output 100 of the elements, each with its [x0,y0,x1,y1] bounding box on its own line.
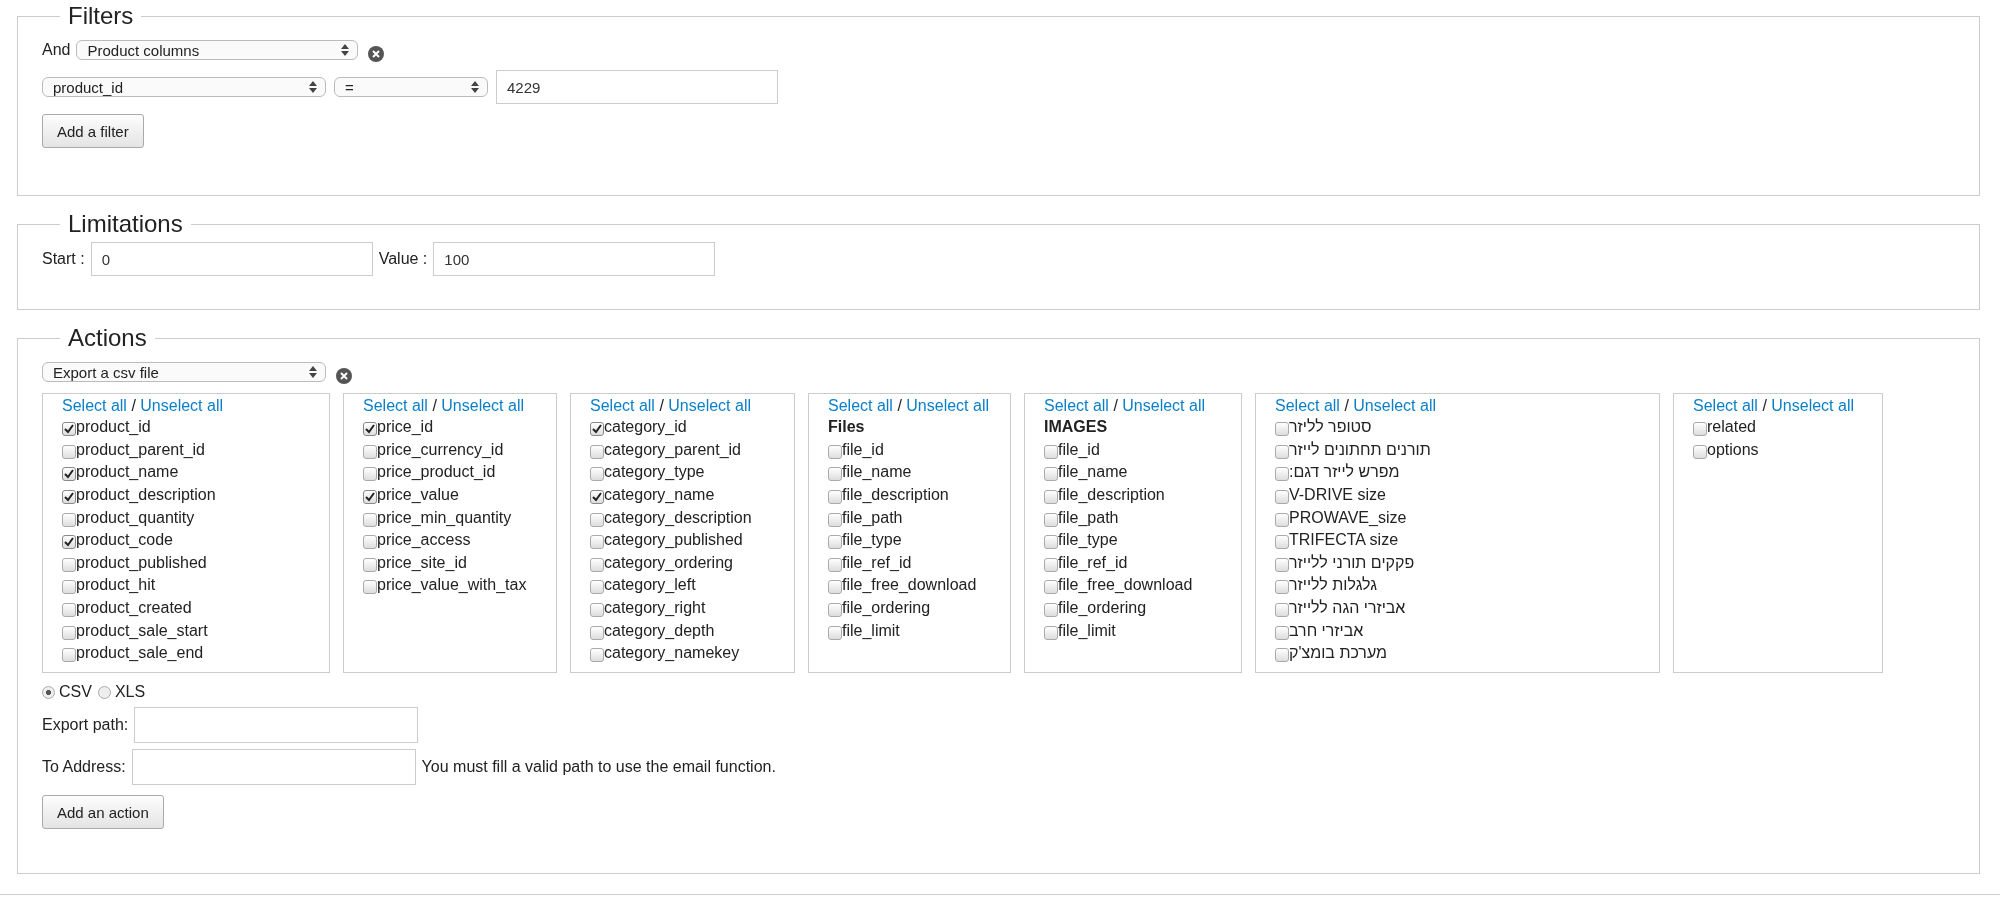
separator-text: / [131,397,136,414]
actions-legend: Actions [60,324,155,352]
column-label: file_type [1058,531,1118,550]
value-field[interactable]: 4229 [496,70,778,104]
column-label: product_published [76,553,207,572]
field-select[interactable]: product_id [42,77,326,97]
column-label: TRIFECTA size [1289,531,1399,550]
unselect-all-link[interactable]: Unselect all [668,397,751,414]
column-label: related [1707,418,1756,437]
column-label: price_value_with_tax [377,576,527,595]
column-label: category_depth [604,621,715,640]
column-label: product_created [76,599,192,618]
email-note: You must fill a valid path to use the email function. [421,758,776,776]
export-path-label: Export path: [42,716,129,734]
action-select[interactable]: Export a csv file [42,362,326,382]
to-address-label: To Address: [42,758,126,776]
group-heading: IMAGES [1044,417,1109,437]
column-label: file_name [842,463,912,482]
column-label: מפרש לייזר דגם: [1289,463,1400,482]
column-label: גלגלות ללייזר [1289,576,1377,595]
column-label: file_description [1058,486,1165,505]
column-label: מערכת בומצ'ק [1289,644,1388,663]
column-label: file_ref_id [842,553,912,572]
select-all-link[interactable]: Select all [363,397,428,414]
column-label: category_parent_id [604,440,741,459]
column-label: category_type [604,463,705,482]
filters-legend: Filters [60,2,142,30]
column-label: file_ref_id [1058,553,1128,572]
start-field[interactable]: 0 [90,242,373,276]
select-all-link[interactable]: Select all [590,397,655,414]
column-label: product_quantity [76,508,195,527]
column-label: price_min_quantity [377,508,512,527]
column-label: product_id [76,418,151,437]
column-label: category_published [604,531,743,550]
column-label: file_path [1058,508,1119,527]
limitations-legend: Limitations [60,210,191,238]
column-label: file_free_download [1058,576,1193,595]
column-label: product_code [76,531,173,550]
column-label: אביזרי הגה ללייזר [1289,599,1406,618]
column-label: price_access [377,531,471,550]
add-action-button[interactable]: Add an action [42,795,164,829]
unselect-all-link[interactable]: Unselect all [441,397,524,414]
column-label: אביזרי חרב [1289,621,1364,640]
column-label: file_name [1058,463,1128,482]
column-label: product_parent_id [76,440,205,459]
select-all-link[interactable]: Select all [1044,397,1109,414]
separator-text: / [1344,397,1349,414]
unselect-all-link[interactable]: Unselect all [140,397,223,414]
and-label: And [42,41,71,59]
column-label: product_hit [76,576,156,595]
column-label: price_product_id [377,463,496,482]
column-label: פקקים תורני ללייזר [1289,553,1415,572]
separator-text: / [897,397,902,414]
select-all-link[interactable]: Select all [1275,397,1340,414]
column-label: file_id [842,440,884,459]
column-label: category_ordering [604,553,733,572]
group-heading: Files [828,417,866,437]
separator-text: / [659,397,664,414]
group-select[interactable]: Product columns [76,40,359,60]
column-label: product_description [76,486,216,505]
column-label: category_id [604,418,687,437]
column-label: file_free_download [842,576,977,595]
unselect-all-link[interactable]: Unselect all [1353,397,1436,414]
column-label: file_ordering [842,599,931,618]
column-label: file_limit [1058,621,1116,640]
column-label: price_id [377,418,434,437]
select-all-link[interactable]: Select all [1693,397,1758,414]
column-label: price_value [377,486,459,505]
column-label: product_name [76,463,179,482]
column-label: category_left [604,576,696,595]
column-label: options [1707,440,1759,459]
column-label: category_name [604,486,715,505]
column-label: product_sale_end [76,644,204,663]
format-label: XLS [114,683,146,701]
separator-text: / [1113,397,1118,414]
column-label: V-DRIVE size [1289,486,1386,505]
value-field[interactable]: 100 [433,242,716,276]
column-label: category_right [604,599,706,618]
column-label: price_currency_id [377,440,504,459]
separator-text: / [432,397,437,414]
column-label: category_description [604,508,752,527]
column-label: price_site_id [377,553,467,572]
format-label: CSV [59,683,92,701]
start-label: Start : [42,250,85,268]
operator-select[interactable]: = [334,77,488,97]
column-label: product_sale_start [76,621,208,640]
column-label: file_type [842,531,902,550]
add-filter-button[interactable]: Add a filter [42,114,144,148]
column-label: file_limit [842,621,900,640]
separator-text: / [1762,397,1767,414]
column-label: PROWAVE_size [1289,508,1407,527]
column-label: file_description [842,486,949,505]
select-all-link[interactable]: Select all [62,397,127,414]
column-label: תורנים תחתונים לייזר [1289,440,1431,459]
unselect-all-link[interactable]: Unselect all [906,397,989,414]
column-label: category_namekey [604,644,740,663]
unselect-all-link[interactable]: Unselect all [1771,397,1854,414]
column-label: file_path [842,508,903,527]
unselect-all-link[interactable]: Unselect all [1122,397,1205,414]
select-all-link[interactable]: Select all [828,397,893,414]
